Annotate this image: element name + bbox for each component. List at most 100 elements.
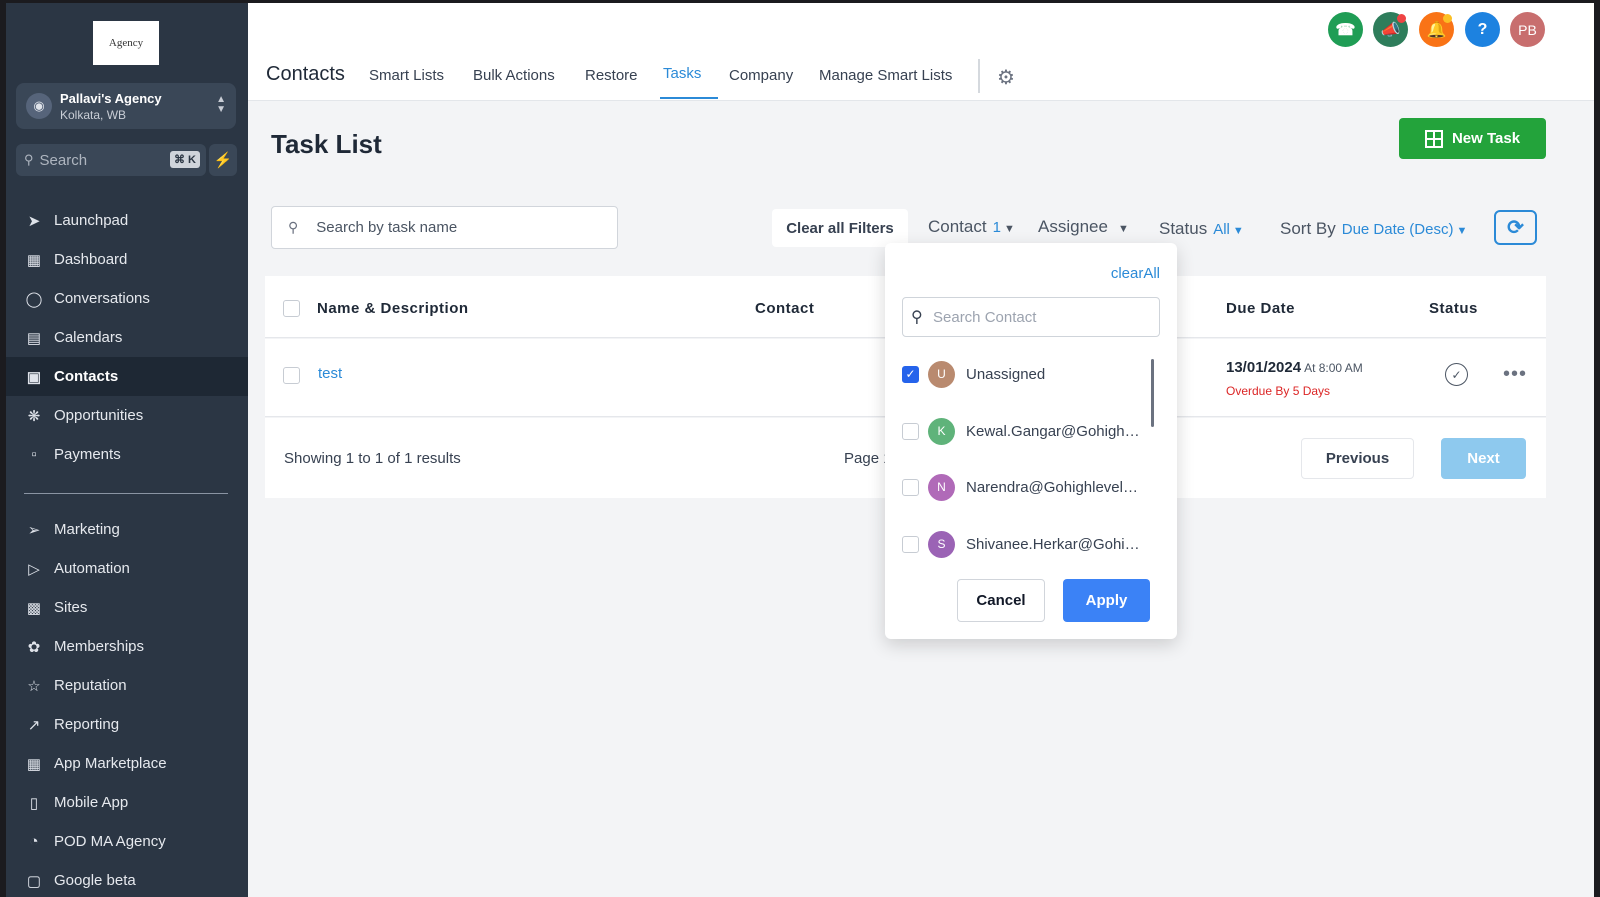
option-checkbox[interactable] [902,422,919,440]
page-title: Task List [271,129,382,159]
sidebar-item-conversations[interactable]: ◯ Conversations [6,279,248,318]
sidebar-item-label: Calendars [54,329,123,346]
sidebar-item-contacts[interactable]: ▣ Contacts [6,357,248,396]
badge-icon: ✿ [27,638,41,656]
automation-icon: ▷ [28,560,40,578]
tab-tasks[interactable]: Tasks [663,65,701,82]
gear-icon[interactable]: ⚙ [997,65,1015,90]
due-date: 13/01/2024 At 8:00 AM [1226,359,1363,376]
receipt-icon: ▫ [31,446,37,463]
column-status: Status [1429,300,1478,317]
sidebar-item-marketing[interactable]: ➢ Marketing [6,510,248,549]
apply-button[interactable]: Apply [1063,579,1150,622]
tab-bulk-actions[interactable]: Bulk Actions [473,67,555,84]
sidebar-item-reputation[interactable]: ☆ Reputation [6,666,248,705]
search-contact-input[interactable]: ⚲ Search Contact [902,297,1160,337]
sidebar-item-opportunities[interactable]: ❋ Opportunities [6,396,248,435]
task-name-link[interactable]: test [318,365,342,382]
sidebar-item-pod-ma-agency[interactable]: ◔ POD MA Agency [6,822,248,861]
search-icon: ⚲ [911,309,923,326]
option-checkbox[interactable] [902,478,919,496]
task-search-placeholder: Search by task name [316,219,458,236]
sidebar-item-label: Mobile App [54,794,129,811]
status-filter-label: Status [1159,219,1208,238]
sidebar-item-app-marketplace[interactable]: ▦ App Marketplace [6,744,248,783]
option-checkbox-checked[interactable]: ✓ [902,365,919,383]
clear-all-link[interactable]: clearAll [1111,265,1160,282]
due-time-value: At 8:00 AM [1304,361,1363,375]
list-item[interactable]: ✓ U Unassigned [902,359,1152,389]
sidebar-item-calendars[interactable]: ▤ Calendars [6,318,248,357]
clear-all-filters-button[interactable]: Clear all Filters [772,209,908,247]
sidebar-item-google-beta[interactable]: ▢ Google beta [6,861,248,897]
quick-action-bolt-icon[interactable]: ⚡ [209,144,237,176]
sidebar-item-label: Launchpad [54,212,129,229]
apps-icon: ▦ [26,755,42,773]
grid-plus-icon [1424,129,1443,148]
new-task-button[interactable]: New Task [1399,118,1546,159]
bell-icon[interactable]: 🔔 [1419,12,1454,47]
location-icon: ◉ [26,93,52,119]
sidebar-item-label: Contacts [54,368,119,385]
sidebar-item-dashboard[interactable]: ▦ Dashboard [6,240,248,279]
sort-by-label: Sort By [1280,219,1336,238]
contact-filter-count: 1 [992,219,1001,236]
check-circle-icon[interactable]: ✓ [1445,363,1468,386]
option-label: Kewal.Gangar@Gohighlevel.com [966,422,1142,440]
option-checkbox[interactable] [902,535,919,553]
status-filter[interactable]: Status All ▼ [1159,219,1244,239]
assignee-filter[interactable]: Assignee ▼ [1038,217,1129,237]
grid-icon: ▦ [26,251,42,269]
sort-by-filter[interactable]: Sort By Due Date (Desc) ▼ [1280,219,1467,239]
tab-manage-smart-lists[interactable]: Manage Smart Lists [819,67,952,84]
search-icon: ⚲ [24,152,34,167]
tab-restore[interactable]: Restore [585,67,638,84]
list-item[interactable]: N Narendra@Gohighlevel.com [902,472,1152,502]
account-location: Kolkata, WB [60,107,127,122]
sidebar-item-automation[interactable]: ▷ Automation [6,549,248,588]
help-icon[interactable]: ? [1465,12,1500,47]
column-contact: Contact [755,300,815,317]
task-search-input[interactable]: ⚲ Search by task name [271,206,618,249]
phone-icon[interactable]: ☎ [1328,12,1363,47]
sidebar-search[interactable]: ⚲ Search ⌘ K [16,144,206,176]
sidebar-item-launchpad[interactable]: ➤ Launchpad [6,201,248,240]
chevron-down-icon: ▼ [1232,225,1244,237]
tab-company[interactable]: Company [729,67,793,84]
chevron-down-icon: ▼ [1456,225,1468,237]
account-name: Pallavi's Agency [60,90,162,106]
select-all-checkbox[interactable] [283,300,300,317]
sidebar-item-mobile-app[interactable]: ▯ Mobile App [6,783,248,822]
contact-filter[interactable]: Contact 1 ▼ [928,217,1015,237]
option-label: Shivanee.Herkar@Gohighlevel.com [966,535,1142,553]
agency-logo[interactable]: Agency [93,21,159,65]
list-item[interactable]: S Shivanee.Herkar@Gohighlevel.com [902,529,1152,559]
avatar[interactable]: PB [1510,12,1545,47]
list-item[interactable]: K Kewal.Gangar@Gohighlevel.com [902,416,1152,446]
sidebar-item-label: Payments [54,446,121,463]
page-section-title: Contacts [266,63,345,85]
announcement-icon[interactable]: 📣 [1373,12,1408,47]
sidebar-item-label: App Marketplace [54,755,167,772]
opportunities-icon: ❋ [27,407,41,425]
sidebar-item-payments[interactable]: ▫ Payments [6,435,248,474]
sidebar-item-reporting[interactable]: ↗ Reporting [6,705,248,744]
row-checkbox[interactable] [283,367,300,384]
previous-button[interactable]: Previous [1301,438,1414,479]
sidebar-item-memberships[interactable]: ✿ Memberships [6,627,248,666]
google-icon: ▢ [26,872,42,890]
calendar-icon: ▤ [26,329,42,347]
more-options-icon[interactable]: ••• [1503,363,1527,386]
status-filter-value: All [1213,221,1230,238]
next-button[interactable]: Next [1441,438,1526,479]
sidebar-item-label: Dashboard [54,251,128,268]
tab-smart-lists[interactable]: Smart Lists [369,67,444,84]
sidebar-item-label: Conversations [54,290,150,307]
sidebar-item-label: POD MA Agency [54,833,166,850]
dropdown-scrollbar[interactable] [1151,359,1154,427]
search-icon: ⚲ [288,219,299,235]
account-switcher[interactable]: ◉ Pallavi's Agency Kolkata, WB ▲ ▼ [16,83,236,129]
cancel-button[interactable]: Cancel [957,579,1045,622]
sidebar-item-sites[interactable]: ▩ Sites [6,588,248,627]
refresh-icon[interactable]: ⟳ [1494,210,1537,245]
